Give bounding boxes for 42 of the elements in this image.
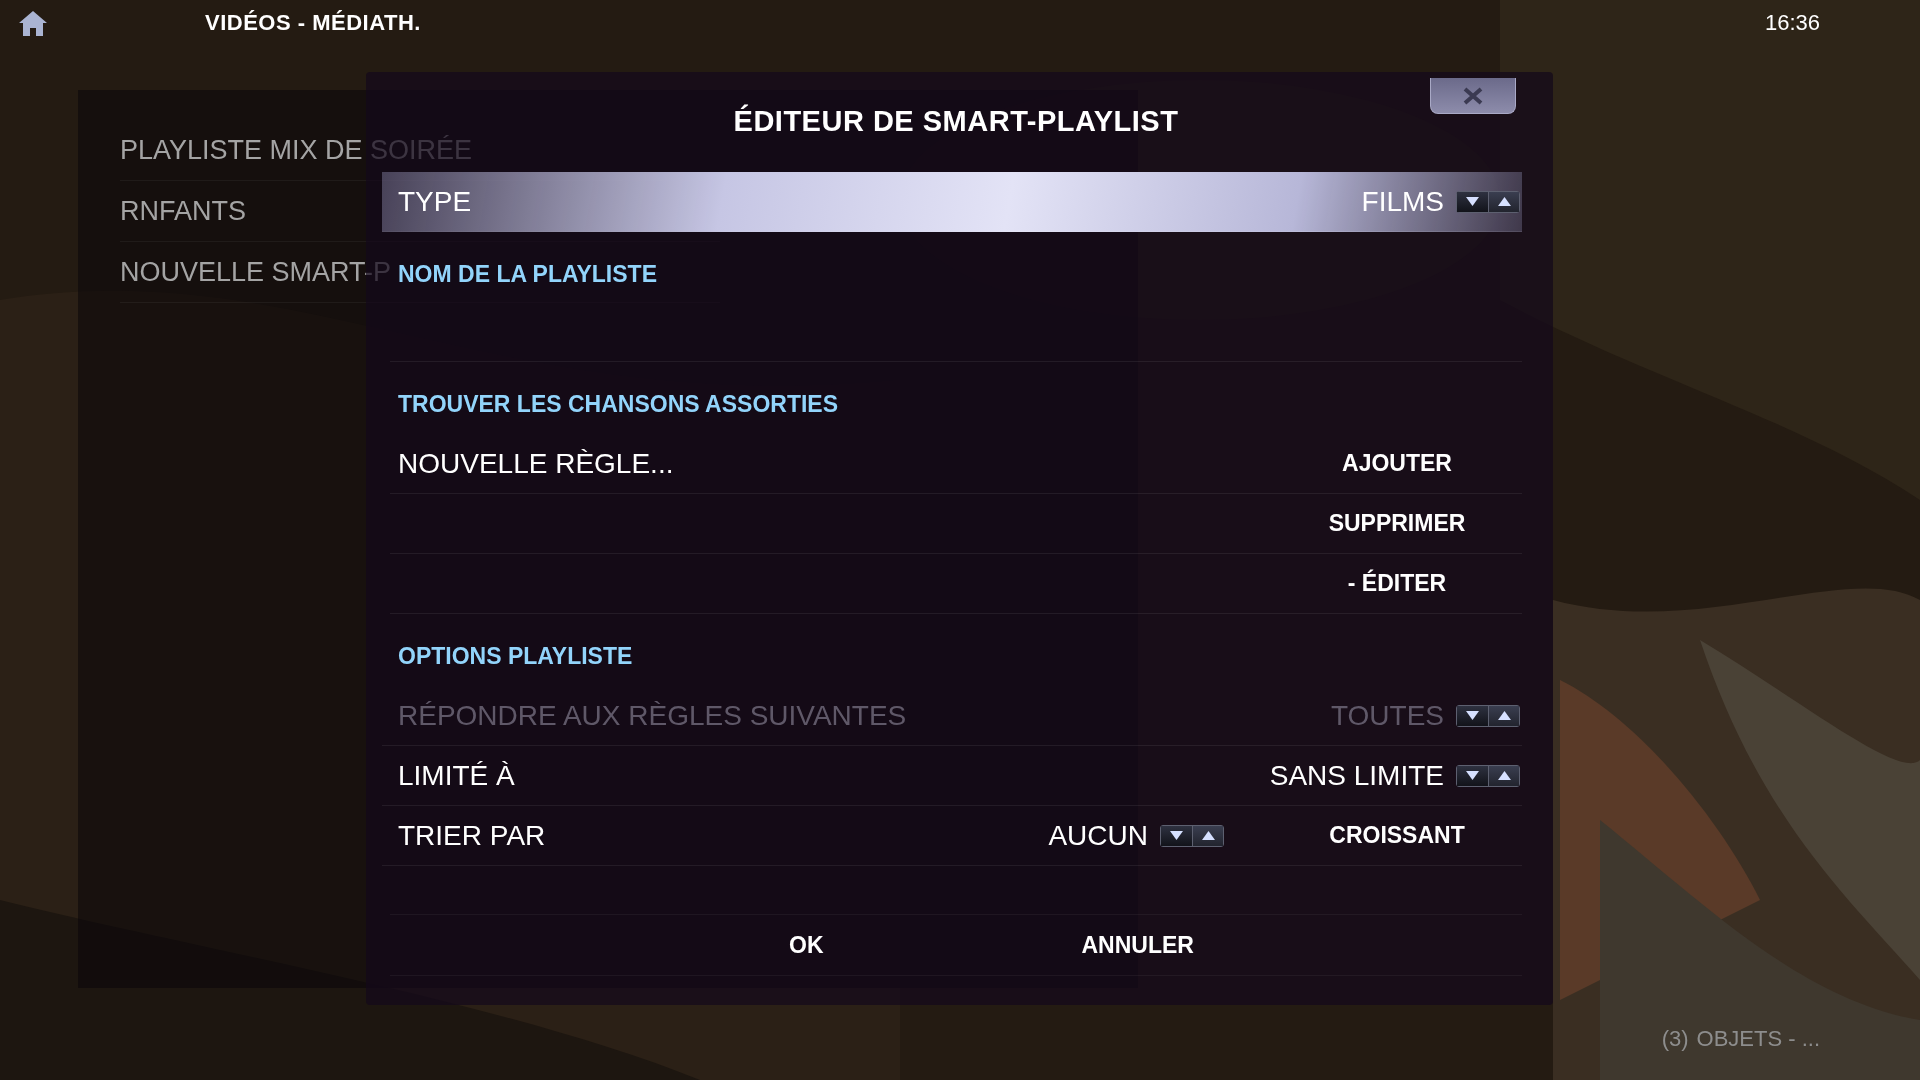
action-button[interactable]: - ÉDITER xyxy=(1337,564,1457,603)
up-triangle-icon xyxy=(1497,711,1511,720)
sort-order-button[interactable]: CROISSANT xyxy=(1319,816,1475,855)
status-text: OBJETS - ... xyxy=(1696,1026,1820,1052)
item-count: (3) xyxy=(1661,1026,1689,1052)
spin-down-button[interactable] xyxy=(1161,825,1192,846)
setting-value: SANS LIMITE xyxy=(1269,759,1444,792)
cancel-button[interactable]: ANNULER xyxy=(1067,925,1208,965)
spin-up-button[interactable] xyxy=(1192,825,1223,846)
playlist-item[interactable]: RNFANTS xyxy=(120,195,246,227)
spin-down-button[interactable] xyxy=(1457,765,1488,786)
spin-up-button[interactable] xyxy=(1488,765,1519,786)
setting-value: AUCUN xyxy=(1048,819,1148,852)
clock: 16:36 xyxy=(1764,10,1820,36)
spin-down-button[interactable] xyxy=(1457,191,1488,212)
down-triangle-icon xyxy=(1466,711,1479,720)
add-button[interactable]: AJOUTER xyxy=(1332,444,1462,483)
spin-up-button[interactable] xyxy=(1488,191,1519,212)
action-button[interactable]: SUPPRIMER xyxy=(1318,504,1476,543)
section-heading: OPTIONS PLAYLISTE xyxy=(398,643,633,670)
up-triangle-icon xyxy=(1497,771,1511,780)
dialog-title: ÉDITEUR DE SMART-PLAYLIST xyxy=(733,104,1179,138)
setting-label: TRIER PAR xyxy=(397,819,546,852)
rule-item[interactable]: NOUVELLE RÈGLE... xyxy=(390,447,674,480)
down-triangle-icon xyxy=(1466,197,1479,206)
focused-row[interactable]: TYPE FILMS xyxy=(382,172,1522,232)
section-heading: TROUVER LES CHANSONS ASSORTIES xyxy=(398,391,839,418)
close-icon xyxy=(1462,86,1484,105)
down-triangle-icon xyxy=(1466,771,1479,780)
window-title: VIDÉOS - MÉDIATH. xyxy=(205,10,421,36)
setting-label: RÉPONDRE AUX RÈGLES SUIVANTES xyxy=(397,699,907,732)
up-triangle-icon xyxy=(1497,197,1511,206)
home-icon[interactable] xyxy=(18,9,48,37)
ok-button[interactable]: OK xyxy=(775,925,838,965)
up-triangle-icon xyxy=(1201,831,1215,840)
setting-value: FILMS xyxy=(1361,185,1444,218)
close-button[interactable] xyxy=(1430,78,1516,114)
section-heading: NOM DE LA PLAYLISTE xyxy=(398,261,657,288)
down-triangle-icon xyxy=(1170,831,1183,840)
setting-value: TOUTES xyxy=(1330,699,1444,732)
setting-label: TYPE xyxy=(397,185,472,218)
setting-label: LIMITÉ À xyxy=(397,759,515,792)
